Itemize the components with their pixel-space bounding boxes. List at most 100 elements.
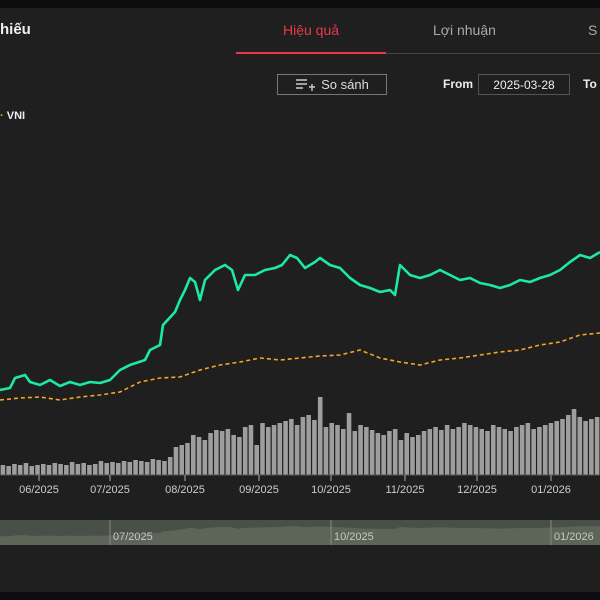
volume-bar: [323, 427, 329, 475]
volume-bar: [231, 435, 236, 475]
volume-bar: [571, 409, 577, 475]
volume-bar: [531, 429, 536, 475]
volume-bar: [502, 429, 508, 475]
volume-bar: [525, 423, 531, 475]
volume-bar: [179, 445, 185, 475]
volume-bar: [560, 419, 565, 475]
volume-bar: [81, 463, 86, 475]
volume-bar: [110, 462, 115, 475]
volume-bar: [167, 457, 173, 475]
volume-bar: [121, 461, 127, 475]
volume-bar: [127, 462, 133, 475]
x-tick-label: 11/2025: [386, 484, 425, 496]
volume-bar: [237, 437, 242, 475]
volume-bar: [242, 427, 248, 475]
x-tick-label: 07/2025: [90, 484, 130, 496]
volume-bar: [450, 429, 456, 475]
x-tick-label: 06/2025: [19, 484, 59, 496]
volume-bar: [75, 464, 81, 475]
volume-bar: [265, 427, 271, 475]
volume-bar: [335, 425, 340, 475]
volume-bar: [173, 447, 179, 475]
volume-bar: [12, 464, 17, 475]
volume-bar: [52, 463, 58, 475]
volume-bar: [289, 419, 294, 475]
volume-bar: [277, 423, 283, 475]
volume-bar: [185, 443, 190, 475]
navigator-tick-label: 01/2026: [554, 531, 594, 543]
volume-bar: [352, 431, 358, 475]
volume-bar: [139, 461, 144, 475]
performance-chart[interactable]: 06/2025 07/2025 08/2025 09/2025 10/2025 11/20…: [0, 0, 600, 600]
x-tick-label: 09/2025: [239, 484, 279, 496]
volume-bar: [467, 425, 473, 475]
volume-bar: [294, 425, 300, 475]
volume-bar: [548, 423, 554, 475]
x-tick-label: 12/2025: [457, 484, 497, 496]
volume-bar: [346, 413, 352, 475]
volume-bar: [473, 427, 479, 475]
volume-bar: [156, 460, 161, 475]
volume-bar: [421, 431, 427, 475]
volume-bar: [565, 415, 571, 475]
volume-bar: [415, 435, 421, 475]
volume-bar: [58, 464, 63, 475]
volume-bar: [260, 423, 265, 475]
volume-bar: [312, 420, 317, 475]
volume-bar: [329, 423, 335, 475]
volume-bar: [271, 425, 277, 475]
volume-bar: [496, 427, 502, 475]
volume-bar: [519, 425, 525, 475]
x-tick-label: 10/2025: [311, 484, 351, 496]
volume-bar: [404, 433, 410, 475]
volume-bar: [306, 415, 311, 475]
volume-bar: [6, 466, 11, 475]
volume-bar: [219, 431, 225, 475]
volume-bar: [214, 430, 219, 475]
volume-bar: [162, 461, 167, 475]
volume-bar: [583, 421, 588, 475]
volume-bar: [190, 435, 196, 475]
volume-bar: [537, 427, 542, 475]
volume-bar: [369, 430, 375, 475]
x-axis-ticks: 06/2025 07/2025 08/2025 09/2025 10/2025 11/20…: [19, 475, 571, 496]
volume-bar: [410, 437, 415, 475]
stock-line: [0, 250, 600, 392]
volume-bar: [381, 435, 386, 475]
volume-bar: [17, 465, 23, 475]
volume-bar: [150, 459, 156, 475]
volume-bar: [115, 463, 121, 475]
volume-bar: [398, 440, 404, 475]
volume-bar: [35, 465, 40, 475]
volume-bar: [364, 427, 369, 475]
volume-bar: [554, 421, 560, 475]
volume-bar: [542, 425, 548, 475]
volume-bar: [387, 431, 392, 475]
volume-bar: [64, 465, 69, 475]
x-tick-label: 01/2026: [531, 484, 571, 496]
bottom-bar: [0, 592, 600, 600]
volume-bar: [490, 425, 496, 475]
volume-bar: [202, 440, 208, 475]
navigator-tick-label: 10/2025: [334, 531, 374, 543]
navigator-tick-label: 07/2025: [113, 531, 153, 543]
volume-bar: [0, 465, 6, 475]
volume-bar: [439, 430, 444, 475]
volume-bar: [375, 433, 381, 475]
volume-bar: [577, 417, 583, 475]
volume-bar: [479, 429, 485, 475]
volume-bar: [98, 461, 104, 475]
volume-bars: [0, 397, 600, 475]
volume-bar: [392, 429, 398, 475]
volume-bar: [594, 417, 600, 475]
volume-bar: [104, 463, 110, 475]
volume-bar: [225, 429, 231, 475]
volume-bar: [46, 465, 52, 475]
volume-bar: [358, 425, 363, 475]
volume-bar: [40, 464, 46, 475]
volume-bar: [23, 463, 29, 475]
vni-line: [0, 332, 600, 401]
volume-bar: [340, 429, 346, 475]
volume-bar: [485, 431, 490, 475]
volume-bar: [427, 429, 433, 475]
